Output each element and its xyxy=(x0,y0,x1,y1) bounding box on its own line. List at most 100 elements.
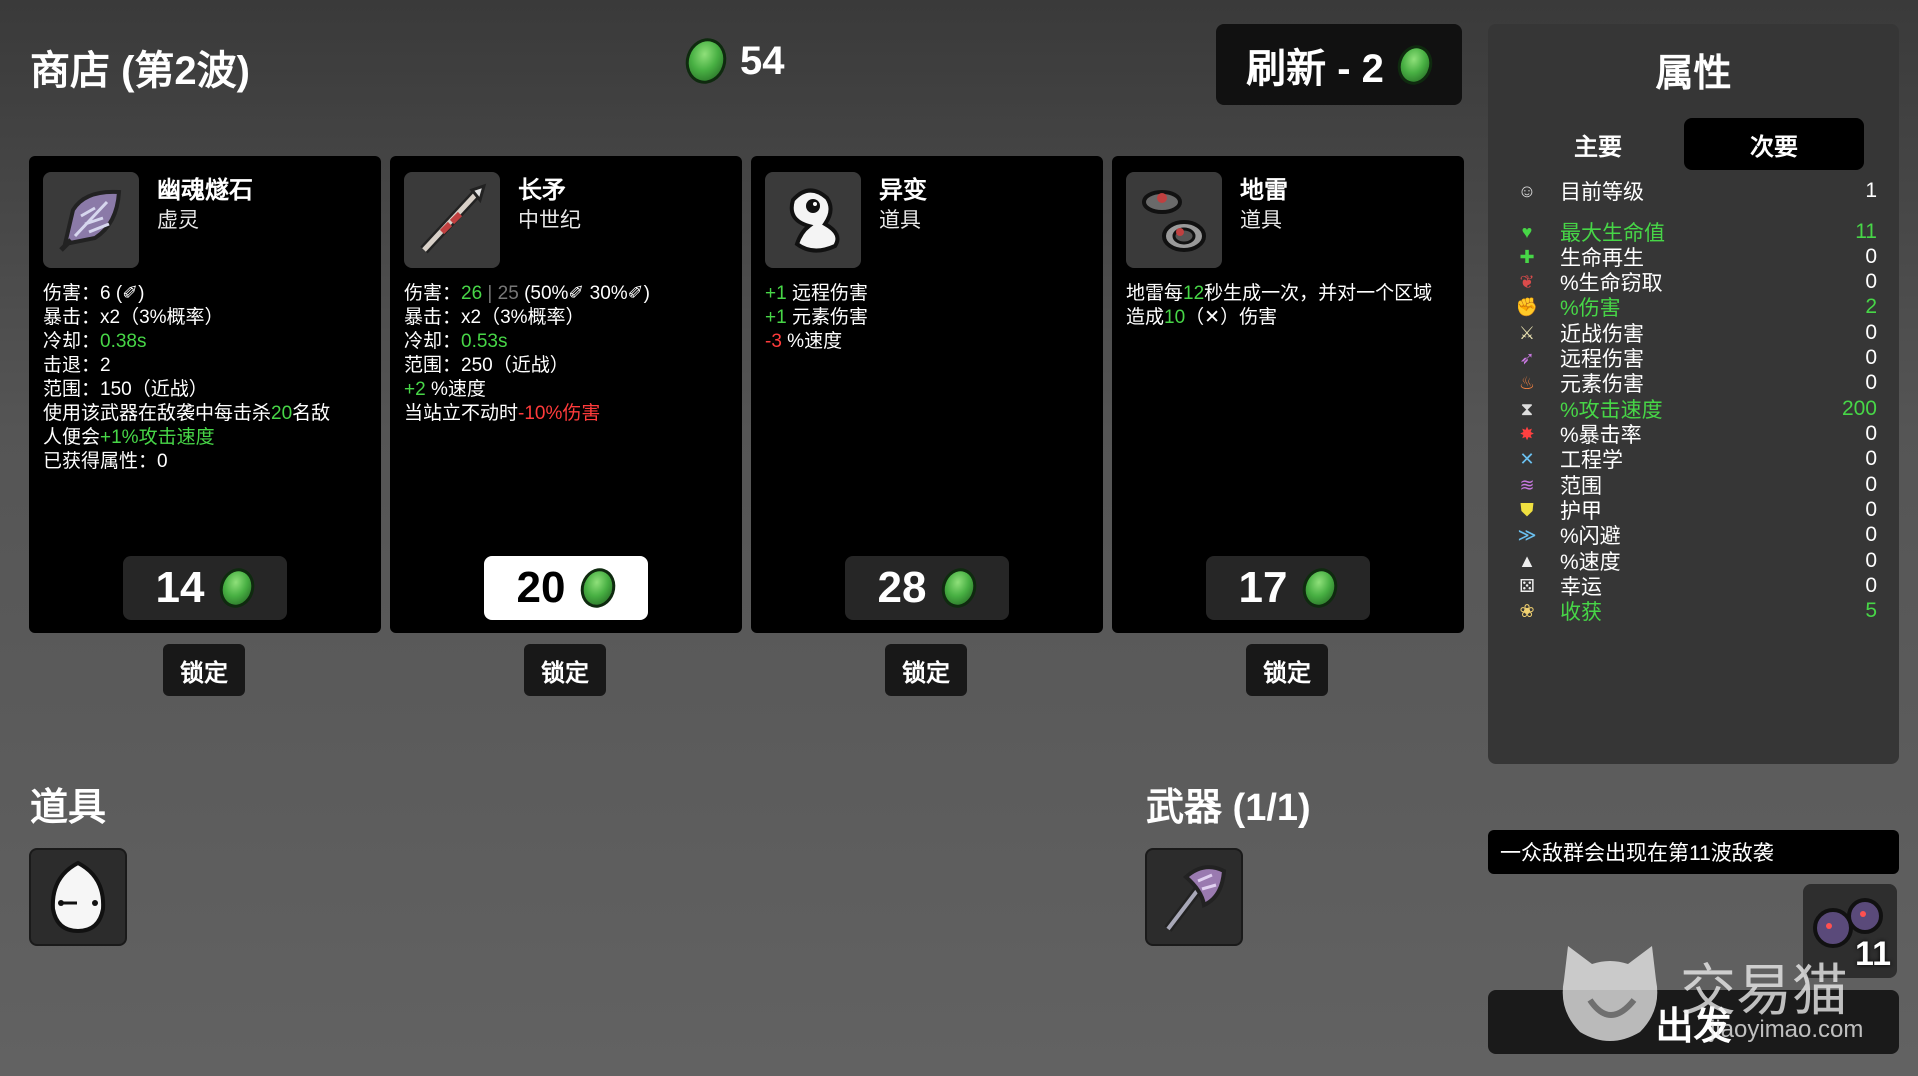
stat-line: 使用该武器在敌袭中每击杀20名敌 xyxy=(43,403,331,424)
items-title: 道具 xyxy=(30,787,107,829)
watermark-text: 交易猫 xyxy=(1680,959,1848,1022)
card-subtitle: 道具 xyxy=(879,209,921,232)
stat-row[interactable]: ❀ 收获 5 xyxy=(1514,596,1877,626)
stat-value: 200 xyxy=(1841,397,1877,420)
elemental-icon: ♨ xyxy=(1518,372,1536,393)
shop-card[interactable]: 地雷 道具 地雷每12秒生成一次，并对一个区域 造成10（✕）伤害 17 xyxy=(1112,156,1464,633)
lock-button[interactable]: 锁定 xyxy=(1246,644,1328,696)
lock-button[interactable]: 锁定 xyxy=(163,644,245,696)
watermark-cat-icon xyxy=(1562,946,1658,1041)
weapon-slot[interactable] xyxy=(1145,848,1243,946)
refresh-button[interactable]: 刷新 - 2 xyxy=(1216,24,1462,105)
stat-value: 0 xyxy=(1865,574,1877,597)
stat-value: 0 xyxy=(1865,270,1877,293)
egg-icon xyxy=(50,860,106,934)
card-name: 异变 xyxy=(879,177,927,204)
stat-value: 0 xyxy=(1865,346,1877,369)
stat-line: 地雷每12秒生成一次，并对一个区域 xyxy=(1126,283,1433,304)
price-value: 17 xyxy=(1238,563,1288,612)
gold-counter: 54 xyxy=(679,32,785,90)
stat-value: 11 xyxy=(1855,220,1877,243)
item-slot[interactable] xyxy=(29,848,127,946)
stat-line: 冷却：0.38s xyxy=(43,331,147,352)
card-name: 地雷 xyxy=(1240,177,1288,204)
wave-notice: 一众敌群会出现在第11波敌袭 xyxy=(1488,830,1899,874)
stat-value: 0 xyxy=(1865,447,1877,470)
axe-icon xyxy=(1164,865,1227,932)
spear-icon xyxy=(404,172,500,268)
stat-line: 范围：250（近战） xyxy=(404,355,569,376)
level-icon: ☺ xyxy=(1517,180,1537,201)
stat-line: 暴击：x2（3%概率） xyxy=(404,307,585,328)
shop-card[interactable]: 幽魂燧石 虚灵 伤害：6 (✐) 暴击：x2（3%概率） 冷却：0.38s 击退：2 范… xyxy=(29,156,381,633)
stat-value: 1 xyxy=(1865,179,1877,202)
stat-line: 伤害：6 (✐) xyxy=(43,283,145,304)
engineering-icon: ✕ xyxy=(1519,448,1535,469)
dodge-icon: ≫ xyxy=(1517,524,1537,545)
refresh-label: 刷新 - 2 xyxy=(1246,46,1384,91)
tab-primary[interactable]: 主要 xyxy=(1508,118,1688,170)
price-value: 14 xyxy=(155,563,205,612)
price-value: 28 xyxy=(877,563,927,612)
material-coin-icon xyxy=(1392,40,1438,89)
stat-line: +2 %速度 xyxy=(404,379,486,400)
stat-label: 目前等级 xyxy=(1560,181,1644,204)
stat-line: 冷却：0.53s xyxy=(404,331,508,352)
stat-line: 击退：2 xyxy=(43,355,111,376)
card-subtitle: 虚灵 xyxy=(157,209,199,232)
ghost-blob-icon xyxy=(765,172,861,268)
card-subtitle: 道具 xyxy=(1240,209,1282,232)
card-stats: 地雷每12秒生成一次，并对一个区域 造成10（✕）伤害 xyxy=(1126,282,1454,330)
stat-value: 0 xyxy=(1865,321,1877,344)
stat-line: +1 元素伤害 xyxy=(765,307,868,328)
gold-amount: 54 xyxy=(740,38,785,83)
price-button[interactable]: 14 xyxy=(123,556,287,620)
card-stats: +1 远程伤害 +1 元素伤害 -3 %速度 xyxy=(765,282,1093,354)
tab-secondary[interactable]: 次要 xyxy=(1684,118,1864,170)
price-value: 20 xyxy=(516,563,566,612)
card-subtitle: 中世纪 xyxy=(518,209,581,232)
stat-value: 0 xyxy=(1865,422,1877,445)
stat-value: 0 xyxy=(1865,523,1877,546)
stat-value: 2 xyxy=(1865,295,1877,318)
watermark-url: jiaoyimao.com xyxy=(1710,1016,1864,1043)
stat-line: 当站立不动时-10%伤害 xyxy=(404,403,601,424)
card-name: 幽魂燧石 xyxy=(157,177,253,204)
stat-line: 范围：150（近战） xyxy=(43,379,208,400)
stat-value: 0 xyxy=(1865,371,1877,394)
stat-value: 0 xyxy=(1865,549,1877,572)
stat-label: 收获 xyxy=(1560,601,1602,624)
card-stats: 伤害：6 (✐) 暴击：x2（3%概率） 冷却：0.38s 击退：2 范围：150（近战… xyxy=(43,282,371,474)
material-coin-icon xyxy=(1298,563,1343,613)
stats-panel: 属性 主要 次要 ☺ 目前等级 1 ♥ 最大生命值 11 ✚ 生命再生 0 ❦ %生命窃取 0 ✊ %伤害… xyxy=(1488,24,1899,764)
shop-card[interactable]: 长矛 中世纪 伤害：26 | 25 (50%✐ 30%✐) 暴击：x2（3%概率）… xyxy=(390,156,742,633)
stat-value: 0 xyxy=(1865,498,1877,521)
lock-button[interactable]: 锁定 xyxy=(524,644,606,696)
stat-value: 0 xyxy=(1865,245,1877,268)
stat-line: 暴击：x2（3%概率） xyxy=(43,307,224,328)
material-coin-icon xyxy=(937,563,982,613)
stat-line: 已获得属性：0 xyxy=(43,451,168,472)
damage-icon: ✊ xyxy=(1515,296,1539,317)
price-button[interactable]: 20 xyxy=(484,556,648,620)
price-button[interactable]: 28 xyxy=(845,556,1009,620)
card-stats: 伤害：26 | 25 (50%✐ 30%✐) 暴击：x2（3%概率） 冷却：0.53… xyxy=(404,282,732,426)
stat-line: -3 %速度 xyxy=(765,331,843,352)
material-coin-icon xyxy=(215,563,260,613)
stat-line: 人便会+1%攻击速度 xyxy=(43,427,215,448)
lock-button[interactable]: 锁定 xyxy=(885,644,967,696)
flint-leaf-icon xyxy=(43,172,139,268)
weapons-title: 武器 (1/1) xyxy=(1146,787,1311,829)
stat-value: 5 xyxy=(1865,599,1877,622)
price-button[interactable]: 17 xyxy=(1206,556,1370,620)
landmine-icon xyxy=(1126,172,1222,268)
stat-row[interactable]: ☺ 目前等级 1 xyxy=(1514,176,1877,206)
stat-line: 伤害：26 | 25 (50%✐ 30%✐) xyxy=(404,283,650,304)
shop-card[interactable]: 异变 道具 +1 远程伤害 +1 元素伤害 -3 %速度 28 xyxy=(751,156,1103,633)
card-name: 长矛 xyxy=(518,177,566,204)
stat-line: 造成10（✕）伤害 xyxy=(1126,307,1278,328)
shop-title: 商店 (第2波) xyxy=(30,49,250,93)
stat-value: 0 xyxy=(1865,473,1877,496)
watermark: 交易猫 jiaoyimao.com xyxy=(1550,940,1880,1050)
stat-line: +1 远程伤害 xyxy=(765,283,868,304)
